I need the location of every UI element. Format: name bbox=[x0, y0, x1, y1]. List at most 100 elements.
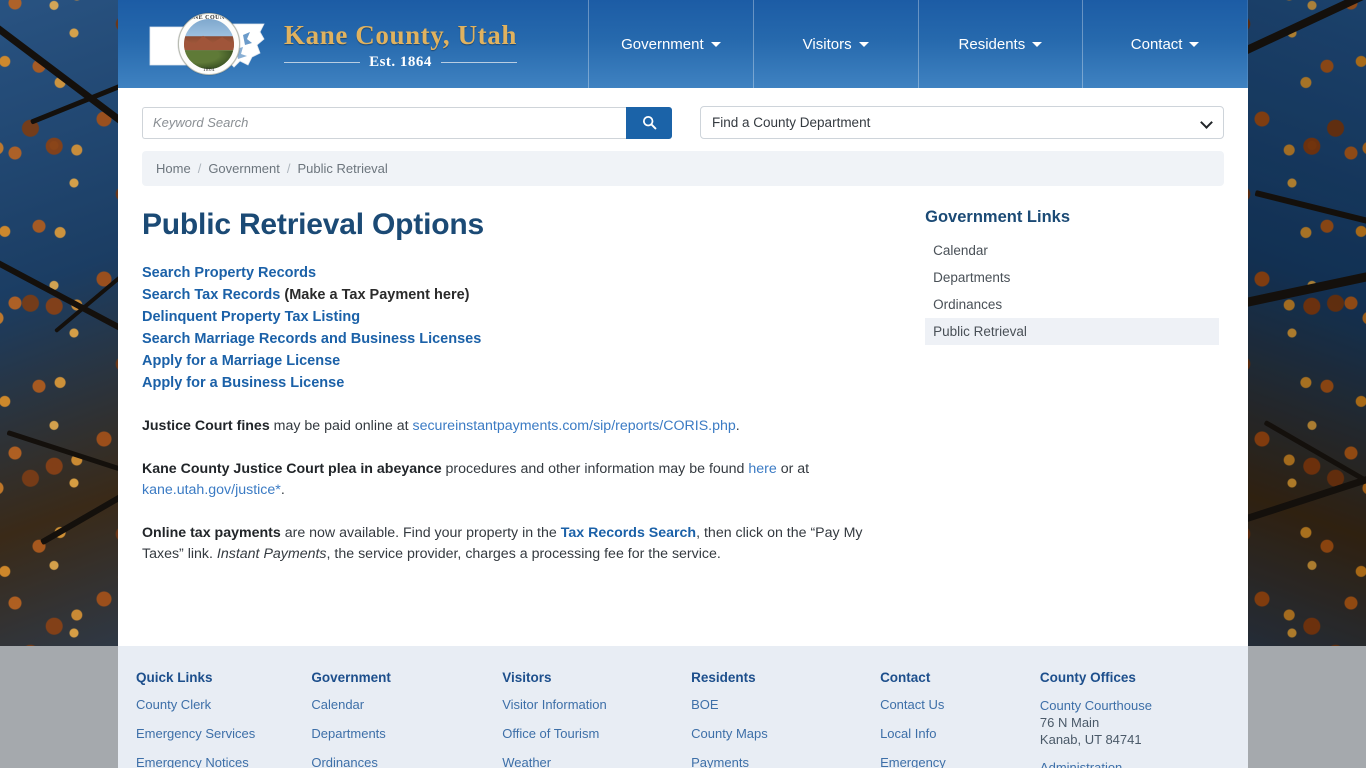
footer-link-emergency-notices[interactable]: Emergency Notices bbox=[136, 755, 311, 768]
courthouse-name[interactable]: County Courthouse bbox=[1040, 697, 1224, 714]
sidebar-title: Government Links bbox=[925, 208, 1071, 226]
department-select[interactable]: Find a County Department bbox=[700, 106, 1224, 139]
footer-link-visitor-information[interactable]: Visitor Information bbox=[502, 697, 691, 712]
footer-heading-county-offices: County Offices bbox=[1039, 670, 1136, 685]
nav-item-residents[interactable]: Residents bbox=[917, 0, 1083, 88]
footer-link-office-of-tourism[interactable]: Office of Tourism bbox=[502, 726, 691, 741]
footer-link-contact-us[interactable]: Contact Us bbox=[880, 697, 1040, 712]
site-header: KANE COUNTY 1864 Kane County, Utah Est. … bbox=[118, 0, 1248, 88]
established-label: Est. 1864 bbox=[369, 54, 432, 71]
nav-item-government[interactable]: Government bbox=[588, 0, 753, 88]
wordmark: Kane County, Utah Est. 1864 bbox=[284, 17, 517, 71]
nav-label-residents: Residents bbox=[958, 35, 1026, 53]
footer-column-county-offices: County Offices County Courthouse 76 N Ma… bbox=[1040, 670, 1224, 768]
para1-text1: may be paid online at bbox=[269, 418, 413, 434]
para3-text1: are now available. Find your property in… bbox=[280, 525, 561, 541]
link-tax-records-search[interactable]: Tax Records Search bbox=[561, 525, 696, 541]
search-button[interactable] bbox=[626, 106, 672, 139]
main-navigation: Government Visitors Residents Contact bbox=[588, 0, 1248, 88]
nav-label-government: Government bbox=[621, 35, 704, 53]
link-search-tax-records[interactable]: Search Tax Records bbox=[142, 287, 280, 303]
breadcrumb-separator: / bbox=[197, 161, 202, 176]
para1-bold: Justice Court fines bbox=[142, 418, 270, 434]
nav-item-visitors[interactable]: Visitors bbox=[752, 0, 918, 88]
breadcrumb-item-government[interactable]: Government bbox=[208, 161, 280, 176]
footer-heading-government: Government bbox=[311, 670, 391, 685]
link-apply-business-license[interactable]: Apply for a Business License bbox=[142, 375, 344, 391]
seal-circle: KANE COUNTY 1864 bbox=[178, 13, 240, 75]
list-item: Search Property Records bbox=[142, 262, 889, 284]
content-columns: Public Retrieval Options Search Property… bbox=[118, 186, 1248, 587]
sidebar-item-calendar[interactable]: Calendar bbox=[925, 237, 1224, 264]
footer-link-boe[interactable]: BOE bbox=[691, 697, 880, 712]
sidebar-item-public-retrieval[interactable]: Public Retrieval bbox=[925, 318, 1220, 345]
footer-column-quick-links: Quick Links County Clerk Emergency Servi… bbox=[136, 670, 311, 768]
para2-text3: . bbox=[280, 482, 285, 498]
rule-right bbox=[440, 62, 517, 64]
body-panel: Find a County Department Home / Governme… bbox=[118, 88, 1248, 646]
rule-left bbox=[284, 62, 361, 64]
established-row: Est. 1864 bbox=[284, 54, 517, 71]
link-kane-utah-gov-justice[interactable]: kane.utah.gov/justice* bbox=[142, 482, 281, 498]
nav-item-contact[interactable]: Contact bbox=[1082, 0, 1248, 88]
breadcrumb-item-home[interactable]: Home bbox=[156, 161, 191, 176]
link-search-property-records[interactable]: Search Property Records bbox=[142, 265, 316, 281]
link-secureinstantpayments[interactable]: secureinstantpayments.com/sip/reports/CO… bbox=[412, 418, 735, 434]
site-footer: Quick Links County Clerk Emergency Servi… bbox=[118, 646, 1248, 768]
site-brand[interactable]: KANE COUNTY 1864 Kane County, Utah Est. … bbox=[118, 0, 588, 88]
footer-link-county-clerk[interactable]: County Clerk bbox=[136, 697, 311, 712]
sidebar-item-ordinances[interactable]: Ordinances bbox=[925, 291, 1224, 318]
para1-text2: . bbox=[735, 418, 740, 434]
footer-link-administration[interactable]: Administration bbox=[1040, 760, 1224, 768]
footer-columns: Quick Links County Clerk Emergency Servi… bbox=[136, 670, 1224, 768]
list-item: Search Tax Records (Make a Tax Payment h… bbox=[142, 284, 889, 306]
footer-column-visitors: Visitors Visitor Information Office of T… bbox=[502, 670, 691, 768]
seal-landscape bbox=[184, 19, 234, 69]
para2-text1: procedures and other information may be … bbox=[441, 461, 749, 477]
footer-link-calendar[interactable]: Calendar bbox=[311, 697, 502, 712]
list-item: Search Marriage Records and Business Lic… bbox=[142, 328, 889, 350]
link-delinquent-property-tax-listing[interactable]: Delinquent Property Tax Listing bbox=[142, 309, 360, 325]
link-apply-marriage-license[interactable]: Apply for a Marriage License bbox=[142, 353, 340, 369]
paragraph-online-tax-payments: Online tax payments are now available. F… bbox=[142, 523, 889, 565]
chevron-down-icon bbox=[710, 41, 721, 47]
sidebar: Government Links Calendar Departments Or… bbox=[909, 208, 1224, 587]
county-seal-logo[interactable]: KANE COUNTY 1864 bbox=[148, 13, 268, 75]
footer-heading-residents: Residents bbox=[691, 670, 756, 685]
public-retrieval-link-list: Search Property Records Search Tax Recor… bbox=[142, 262, 889, 394]
page-title: Public Retrieval Options bbox=[142, 208, 484, 241]
footer-column-contact: Contact Contact Us Local Info Emergency bbox=[880, 670, 1040, 768]
courthouse-street: 76 N Main bbox=[1039, 715, 1100, 730]
department-select-wrap: Find a County Department bbox=[700, 106, 1224, 139]
footer-column-residents: Residents BOE County Maps Payments bbox=[691, 670, 880, 768]
footer-address-courthouse: County Courthouse 76 N Main Kanab, UT 84… bbox=[1040, 697, 1224, 748]
chevron-down-icon bbox=[1189, 41, 1200, 47]
link-suffix: (Make a Tax Payment here) bbox=[280, 287, 470, 303]
footer-link-payments[interactable]: Payments bbox=[691, 755, 880, 768]
sidebar-item-departments[interactable]: Departments bbox=[925, 264, 1224, 291]
footer-link-local-info[interactable]: Local Info bbox=[880, 726, 1040, 741]
sidebar-list: Calendar Departments Ordinances Public R… bbox=[925, 237, 1224, 345]
chevron-down-icon bbox=[858, 41, 869, 47]
footer-link-emergency-services[interactable]: Emergency Services bbox=[136, 726, 311, 741]
search-input[interactable] bbox=[142, 106, 626, 139]
search-icon bbox=[642, 115, 656, 130]
breadcrumb-item-public-retrieval[interactable]: Public Retrieval bbox=[297, 161, 387, 176]
para3-italic: Instant Payments bbox=[216, 546, 327, 562]
footer-link-departments[interactable]: Departments bbox=[311, 726, 502, 741]
footer-link-emergency[interactable]: Emergency bbox=[880, 755, 1040, 768]
footer-heading-contact: Contact bbox=[880, 670, 931, 685]
list-item: Apply for a Business License bbox=[142, 372, 889, 394]
main-content-column: Public Retrieval Options Search Property… bbox=[142, 208, 909, 587]
footer-link-weather[interactable]: Weather bbox=[502, 755, 691, 768]
paragraph-plea-in-abeyance: Kane County Justice Court plea in abeyan… bbox=[142, 459, 889, 501]
page-container: KANE COUNTY 1864 Kane County, Utah Est. … bbox=[118, 0, 1248, 768]
courthouse-citystate: Kanab, UT 84741 bbox=[1039, 732, 1142, 747]
keyword-search-group bbox=[142, 106, 672, 139]
link-here[interactable]: here bbox=[748, 461, 776, 477]
footer-link-ordinances[interactable]: Ordinances bbox=[311, 755, 502, 768]
footer-link-county-maps[interactable]: County Maps bbox=[691, 726, 880, 741]
footer-column-government: Government Calendar Departments Ordinanc… bbox=[311, 670, 502, 768]
para2-bold: Kane County Justice Court plea in abeyan… bbox=[142, 461, 442, 477]
link-search-marriage-records[interactable]: Search Marriage Records and Business Lic… bbox=[142, 331, 481, 347]
